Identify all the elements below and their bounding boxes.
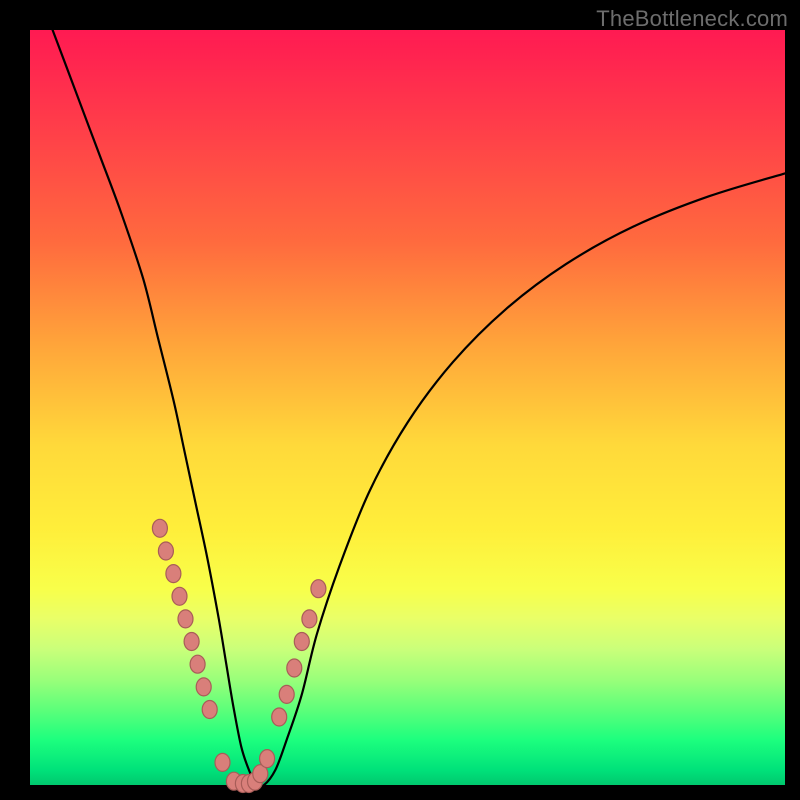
bottleneck-curve [53,30,785,787]
bead-marker [158,542,173,560]
bead-marker [302,610,317,628]
plot-area [30,30,785,785]
bead-group [152,519,326,792]
bead-marker [272,708,287,726]
bead-marker [190,655,205,673]
bead-marker [287,659,302,677]
bead-marker [294,633,309,651]
bead-marker [178,610,193,628]
bead-marker [260,750,275,768]
watermark-text: TheBottleneck.com [596,6,788,32]
curve-svg [30,30,785,785]
bead-marker [215,753,230,771]
bead-marker [196,678,211,696]
bead-marker [152,519,167,537]
bead-marker [184,633,199,651]
chart-stage: TheBottleneck.com [0,0,800,800]
bead-marker [166,565,181,583]
bead-marker [172,587,187,605]
bead-marker [311,580,326,598]
bead-marker [202,701,217,719]
bead-marker [279,685,294,703]
